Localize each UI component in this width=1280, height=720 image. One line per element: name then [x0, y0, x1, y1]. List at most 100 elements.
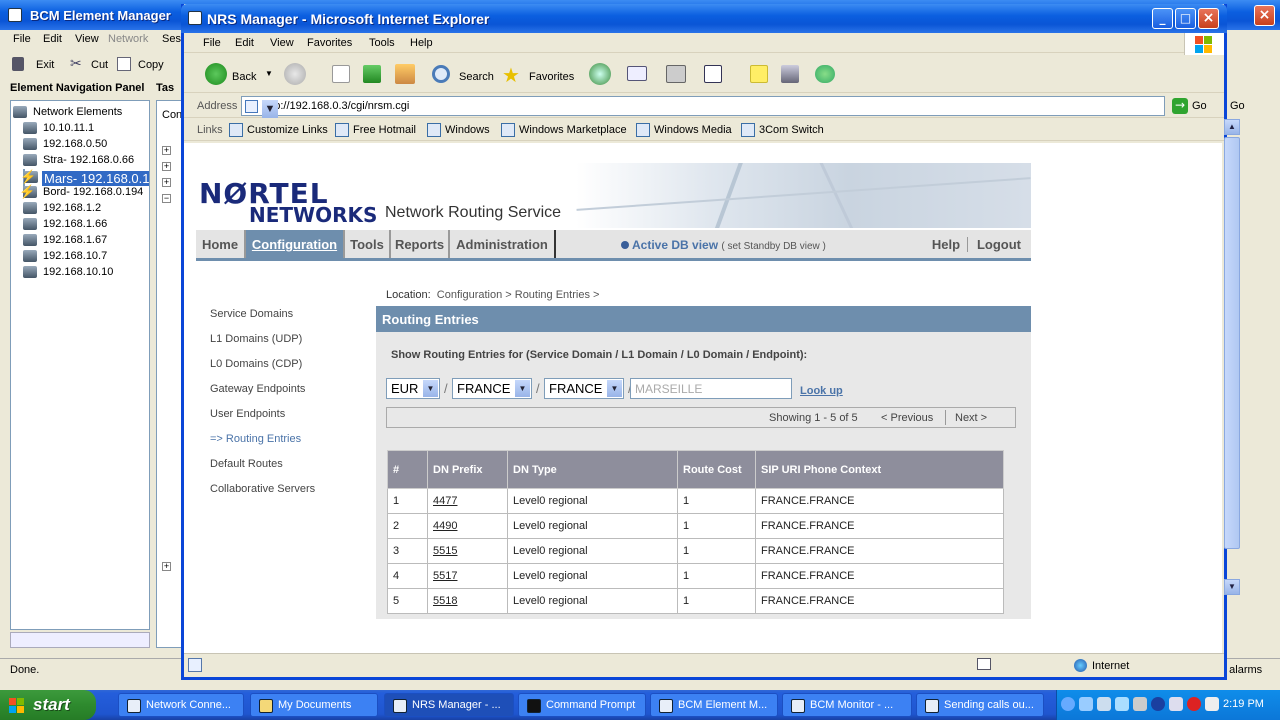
task-bcm-element-manager[interactable]: BCM Element M... — [650, 693, 778, 717]
tab-tools[interactable]: Tools — [345, 230, 389, 258]
tray-network-icon[interactable] — [1079, 697, 1093, 711]
back-button[interactable]: Back — [232, 71, 256, 83]
search-icon[interactable] — [432, 65, 450, 83]
side-link-l0-domains[interactable]: L0 Domains (CDP) — [210, 358, 302, 370]
discuss-icon[interactable] — [750, 65, 768, 83]
back-icon[interactable] — [205, 63, 227, 85]
side-link-collaborative-servers[interactable]: Collaborative Servers — [210, 483, 315, 495]
maximize-button[interactable]: □ — [1175, 8, 1196, 29]
ie-menu-view[interactable]: View — [270, 37, 294, 49]
favorites-star-icon[interactable]: ★ — [502, 63, 520, 87]
research-icon[interactable] — [781, 65, 799, 83]
ie-menu-edit[interactable]: Edit — [235, 37, 254, 49]
expand-icon[interactable]: + — [162, 562, 171, 571]
scroll-thumb[interactable] — [1224, 137, 1240, 549]
look-up-link[interactable]: Look up — [800, 385, 843, 397]
minimize-button[interactable]: _ — [1152, 8, 1173, 29]
home-icon[interactable] — [395, 64, 415, 84]
task-sending-calls[interactable]: Sending calls ou... — [916, 693, 1044, 717]
address-url[interactable]: http://192.168.0.3/cgi/nrsm.cgi — [262, 100, 409, 112]
collapse-icon[interactable]: − — [162, 194, 171, 203]
side-link-l1-domains[interactable]: L1 Domains (UDP) — [210, 333, 302, 345]
mail-icon[interactable] — [627, 66, 647, 81]
active-db-view[interactable]: Active DB view — [632, 238, 718, 252]
messenger-icon[interactable] — [815, 65, 835, 83]
bcm-menu-edit[interactable]: Edit — [43, 33, 62, 45]
ie-menu-tools[interactable]: Tools — [369, 37, 395, 49]
forward-icon[interactable] — [284, 63, 306, 85]
cell-dn-prefix[interactable]: 4490 — [427, 513, 508, 539]
tray-network-icon[interactable] — [1097, 697, 1111, 711]
tab-home[interactable]: Home — [196, 230, 244, 258]
l0-domain-select[interactable]: FRANCE ▼ — [544, 378, 624, 399]
side-link-user-endpoints[interactable]: User Endpoints — [210, 408, 285, 420]
bcm-exit-button[interactable]: Exit — [36, 59, 54, 71]
cell-dn-prefix[interactable]: 5518 — [427, 588, 508, 614]
bcm-menu-file[interactable]: File — [13, 33, 31, 45]
task-nrs-manager[interactable]: NRS Manager - ... — [384, 693, 514, 717]
tray-opera-icon[interactable] — [1187, 697, 1201, 711]
favorites-button[interactable]: Favorites — [529, 71, 574, 83]
help-link[interactable]: Help — [926, 230, 966, 258]
service-domain-select[interactable]: EUR ▼ — [386, 378, 440, 399]
db-view-toggle[interactable]: Active DB view ( set Standby DB view ) — [621, 238, 826, 252]
expand-icon[interactable]: + — [162, 178, 171, 187]
cell-dn-prefix[interactable]: 4477 — [427, 488, 508, 514]
back-dropdown-icon[interactable]: ▼ — [265, 69, 273, 78]
link-windows[interactable]: Windows — [427, 123, 490, 137]
cell-dn-prefix[interactable]: 5515 — [427, 538, 508, 564]
task-network-connections[interactable]: Network Conne... — [118, 693, 244, 717]
nav-horizontal-scrollbar[interactable] — [10, 632, 150, 648]
address-input[interactable]: http://192.168.0.3/cgi/nrsm.cgi ▼ — [241, 96, 1165, 118]
link-windows-marketplace[interactable]: Windows Marketplace — [501, 123, 627, 137]
tray-bluetooth-icon[interactable] — [1151, 697, 1165, 711]
tab-configuration[interactable]: Configuration — [246, 230, 343, 258]
scroll-up-icon[interactable]: ▲ — [1224, 119, 1240, 135]
bcm-menu-network[interactable]: Network — [108, 33, 148, 45]
history-icon[interactable] — [589, 63, 611, 85]
bcm-cut-button[interactable]: Cut — [91, 59, 108, 71]
task-bcm-monitor[interactable]: BCM Monitor - ... — [782, 693, 912, 717]
expand-icon[interactable]: + — [162, 162, 171, 171]
endpoint-input[interactable]: MARSEILLE — [630, 378, 792, 399]
side-link-gateway-endpoints[interactable]: Gateway Endpoints — [210, 383, 305, 395]
ie-menu-favorites[interactable]: Favorites — [307, 37, 352, 49]
link-windows-media[interactable]: Windows Media — [636, 123, 732, 137]
standby-db-view-link[interactable]: ( set Standby DB view ) — [721, 241, 825, 252]
ie-close-button[interactable]: × — [1198, 8, 1219, 29]
side-link-default-routes[interactable]: Default Routes — [210, 458, 283, 470]
bcm-menu-session[interactable]: Ses — [162, 33, 181, 45]
task-my-documents[interactable]: My Documents — [250, 693, 378, 717]
bcm-go-button[interactable]: Go — [1230, 100, 1245, 112]
refresh-icon[interactable] — [363, 65, 381, 83]
address-dropdown-icon[interactable]: ▼ — [262, 100, 278, 118]
tab-administration[interactable]: Administration — [450, 230, 554, 258]
tray-volume-icon[interactable] — [1205, 697, 1219, 711]
bcm-menu-view[interactable]: View — [75, 33, 99, 45]
task-tab[interactable]: Con — [162, 109, 182, 121]
scroll-down-icon[interactable]: ▼ — [1224, 579, 1240, 595]
ie-menu-help[interactable]: Help — [410, 37, 433, 49]
location-path[interactable]: Configuration > Routing Entries > — [437, 289, 600, 301]
tray-app-icon[interactable] — [1133, 697, 1147, 711]
bcm-copy-button[interactable]: Copy — [138, 59, 164, 71]
vertical-scrollbar[interactable]: ▲ ▼ — [1223, 119, 1241, 653]
start-button[interactable]: start — [0, 690, 96, 720]
bcm-close-button[interactable]: × — [1254, 5, 1275, 26]
tray-app-icon[interactable] — [1169, 697, 1183, 711]
go-button[interactable]: → Go — [1172, 98, 1222, 116]
print-icon[interactable] — [666, 65, 686, 83]
side-link-service-domains[interactable]: Service Domains — [210, 308, 293, 320]
tab-reports[interactable]: Reports — [391, 230, 448, 258]
link-3com-switch[interactable]: 3Com Switch — [741, 123, 824, 137]
tray-network-icon[interactable] — [1115, 697, 1129, 711]
tray-expand-icon[interactable] — [1061, 697, 1075, 711]
side-link-routing-entries[interactable]: => Routing Entries — [210, 433, 301, 445]
previous-page-link[interactable]: < Previous — [881, 412, 933, 424]
logout-link[interactable]: Logout — [972, 230, 1026, 258]
task-command-prompt[interactable]: Command Prompt — [518, 693, 646, 717]
link-customize-links[interactable]: Customize Links — [229, 123, 328, 137]
cell-dn-prefix[interactable]: 5517 — [427, 563, 508, 589]
search-button[interactable]: Search — [459, 71, 494, 83]
stop-icon[interactable] — [332, 65, 350, 83]
